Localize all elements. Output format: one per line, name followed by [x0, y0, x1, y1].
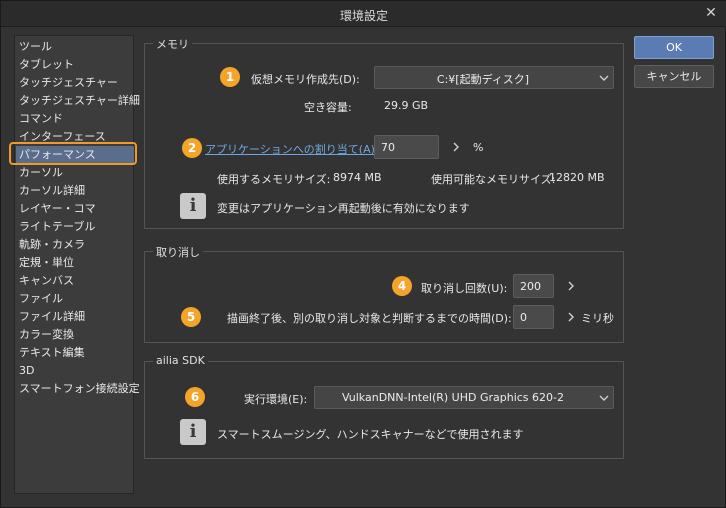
- sidebar-item-file[interactable]: ファイル: [18, 290, 63, 307]
- sidebar-item-file-detail[interactable]: ファイル詳細: [18, 308, 85, 325]
- chevron-right-icon[interactable]: [452, 142, 460, 152]
- sidebar-item-tool[interactable]: ツール: [18, 38, 52, 55]
- title-bar: 環境設定 ✕: [1, 1, 726, 27]
- execution-env-label: 実行環境(E):: [244, 393, 308, 406]
- sidebar-item-color-conversion[interactable]: カラー変換: [18, 326, 74, 343]
- sidebar-item-3d[interactable]: 3D: [18, 362, 34, 379]
- sidebar-item-cursor[interactable]: カーソル: [18, 164, 63, 181]
- sidebar-item-touch-gesture-detail[interactable]: タッチジェスチャー詳細: [18, 92, 140, 109]
- free-space-label: 空き容量:: [304, 101, 352, 114]
- selection-highlight: [9, 142, 137, 165]
- close-icon[interactable]: ✕: [703, 5, 719, 21]
- badge-5: 5: [181, 307, 201, 327]
- undo-count-value: 200: [520, 280, 541, 293]
- memory-allocation-value: 70: [381, 141, 395, 154]
- preferences-window: 環境設定 ✕ ツール タブレット タッチジェスチャー タッチジェスチャー詳細 コ…: [0, 0, 726, 508]
- badge-4: 4: [392, 276, 412, 296]
- category-list[interactable]: ツール タブレット タッチジェスチャー タッチジェスチャー詳細 コマンド インタ…: [14, 35, 140, 494]
- memory-allocation-input[interactable]: 70: [374, 135, 439, 159]
- sidebar-item-ruler-unit[interactable]: 定規・単位: [18, 254, 74, 271]
- undo-time-value: 0: [520, 311, 527, 324]
- undo-legend: 取り消し: [153, 244, 203, 260]
- badge-2: 2: [182, 138, 202, 158]
- ailia-sdk-legend: ailia SDK: [153, 354, 208, 367]
- undo-time-unit: ミリ秒: [581, 312, 614, 325]
- virtual-memory-select[interactable]: C:¥[起動ディスク]: [374, 66, 614, 89]
- memory-allocation-unit: %: [473, 141, 484, 154]
- sidebar-item-canvas[interactable]: キャンバス: [18, 272, 74, 289]
- memory-legend: メモリ: [153, 36, 192, 52]
- ailia-sdk-group: ailia SDK: [144, 354, 624, 459]
- chevron-right-icon[interactable]: [567, 281, 575, 291]
- info-icon: i: [180, 419, 206, 445]
- sidebar-item-light-table[interactable]: ライトテーブル: [18, 218, 95, 235]
- sidebar-item-smartphone-connection[interactable]: スマートフォン接続設定: [18, 380, 140, 397]
- sidebar-item-command[interactable]: コマンド: [18, 110, 63, 127]
- ok-button[interactable]: OK: [634, 36, 714, 59]
- sidebar-item-tablet[interactable]: タブレット: [18, 56, 74, 73]
- available-memory-value: 12820 MB: [549, 171, 605, 184]
- virtual-memory-value: C:¥[起動ディスク]: [436, 73, 530, 86]
- chevron-right-icon[interactable]: [567, 312, 575, 322]
- available-memory-label: 使用可能なメモリサイズ:: [431, 173, 556, 186]
- undo-count-input[interactable]: 200: [513, 274, 554, 298]
- sidebar-item-trajectory-camera[interactable]: 軌跡・カメラ: [18, 236, 85, 253]
- sidebar-item-touch-gesture[interactable]: タッチジェスチャー: [18, 74, 118, 91]
- badge-6: 6: [185, 387, 205, 407]
- info-icon: i: [180, 193, 206, 219]
- chevron-down-icon: [599, 395, 609, 401]
- sidebar-item-text-edit[interactable]: テキスト編集: [18, 344, 85, 361]
- memory-allocation-link[interactable]: アプリケーションへの割り当て(A): [205, 141, 375, 157]
- execution-env-value: VulkanDNN-Intel(R) UHD Graphics 620-2: [342, 391, 564, 404]
- badge-1: 1: [220, 67, 240, 87]
- ailia-note: スマートスムージング、ハンドスキャナーなどで使用されます: [217, 428, 524, 441]
- free-space-value: 29.9 GB: [384, 99, 429, 112]
- undo-count-label: 取り消し回数(U):: [421, 282, 508, 295]
- sidebar-item-layer-frame[interactable]: レイヤー・コマ: [18, 200, 96, 217]
- used-memory-value: 8974 MB: [333, 171, 382, 184]
- undo-time-input[interactable]: 0: [513, 305, 554, 329]
- used-memory-label: 使用するメモリサイズ:: [217, 173, 331, 186]
- execution-env-select[interactable]: VulkanDNN-Intel(R) UHD Graphics 620-2: [314, 386, 614, 409]
- chevron-down-icon: [599, 75, 609, 81]
- virtual-memory-label: 仮想メモリ作成先(D):: [251, 73, 360, 86]
- restart-note: 変更はアプリケーション再起動後に有効になります: [217, 202, 470, 215]
- sidebar-item-cursor-detail[interactable]: カーソル詳細: [18, 182, 85, 199]
- window-title: 環境設定: [339, 9, 388, 23]
- cancel-button[interactable]: キャンセル: [634, 65, 714, 88]
- undo-time-label: 描画終了後、別の取り消し対象と判断するまでの時間(D):: [227, 312, 512, 325]
